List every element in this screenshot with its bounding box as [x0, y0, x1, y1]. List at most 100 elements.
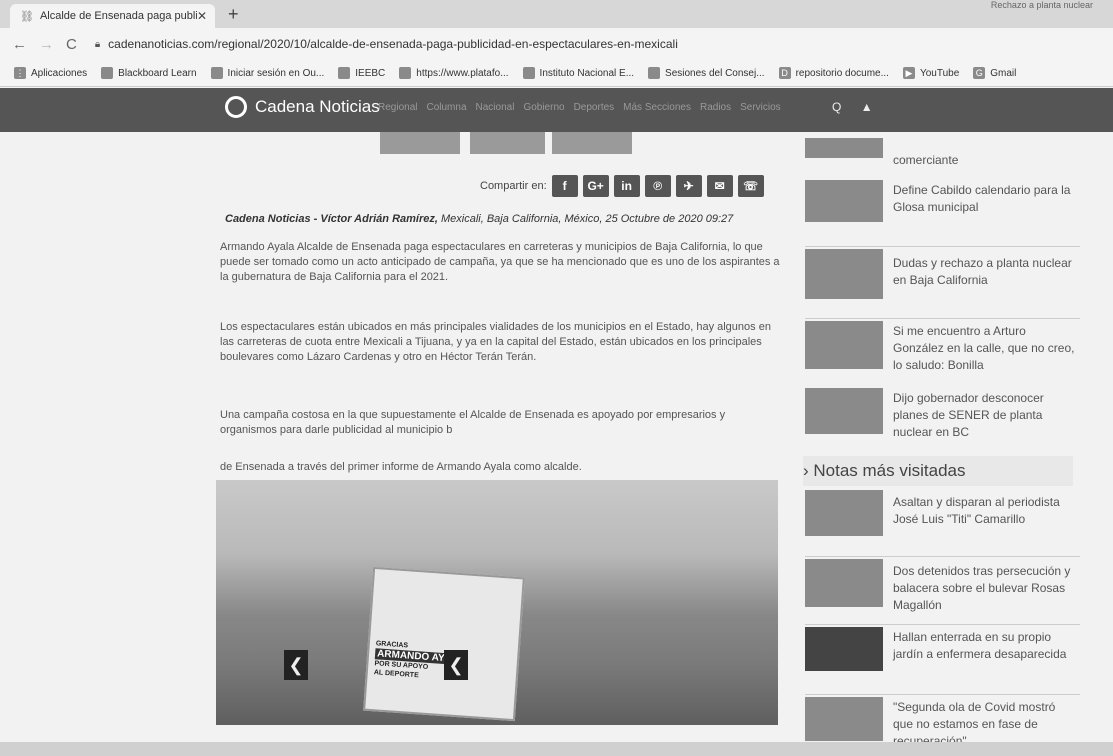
- document-icon: D: [778, 67, 791, 79]
- bookmark-aplicaciones[interactable]: ⋮ Aplicaciones: [14, 67, 87, 79]
- apps-grid-icon: ⋮: [14, 67, 26, 79]
- news-title: "Segunda ola de Covid mostró que no esta…: [893, 700, 1056, 743]
- menu-item-columna[interactable]: Columna: [426, 102, 466, 113]
- back-arrow-icon[interactable]: ←: [12, 36, 27, 53]
- close-icon[interactable]: ✕: [197, 9, 207, 23]
- menu-item-regional[interactable]: Regional: [378, 102, 417, 113]
- linkedin-icon[interactable]: in: [613, 175, 640, 197]
- youtube-icon: ▶: [902, 67, 915, 79]
- news-title: Asaltan y disparan al periodista José Lu…: [893, 495, 1060, 526]
- google-plus-icon[interactable]: G+: [582, 175, 609, 197]
- ine-icon: [522, 67, 535, 79]
- bookmark-ine[interactable]: Instituto Nacional E...: [522, 67, 635, 79]
- news-thumbnail: [805, 388, 883, 434]
- bookmarks-bar: ⋮ Aplicaciones Blackboard Learn Iniciar s…: [0, 60, 1113, 87]
- gallery-thumb[interactable]: [380, 132, 460, 154]
- news-thumbnail: [805, 490, 883, 536]
- background-window-text: Rechazo a planta nuclear: [990, 0, 1093, 10]
- gallery-thumb[interactable]: [552, 132, 632, 154]
- article-paragraph: de Ensenada a través del primer informe …: [220, 461, 582, 473]
- search-icon[interactable]: Q: [832, 100, 841, 114]
- forward-arrow-icon[interactable]: →: [39, 36, 54, 53]
- menu-item-deportes[interactable]: Deportes: [574, 102, 615, 113]
- share-label: Compartir en:: [480, 180, 547, 192]
- facebook-icon[interactable]: f: [551, 175, 578, 197]
- menu-item-radios[interactable]: Radios: [700, 102, 731, 113]
- bell-icon[interactable]: ▲: [861, 100, 873, 114]
- menu-item-nacional[interactable]: Nacional: [476, 102, 515, 113]
- article-paragraph: Armando Ayala Alcalde de Ensenada paga e…: [220, 241, 780, 283]
- email-icon[interactable]: ✉: [706, 175, 733, 197]
- article-paragraph: Una campaña costosa en la que supuestame…: [220, 409, 726, 436]
- ieebc-icon: [338, 67, 351, 79]
- bookmark-label: Gmail: [990, 67, 1017, 79]
- most-visited-item[interactable]: Dos detenidos tras persecución y balacer…: [805, 556, 1080, 619]
- site-name: Cadena Noticias: [255, 97, 380, 116]
- slider-next-arrow[interactable]: ❮: [444, 650, 468, 680]
- bookmark-label: Sesiones del Consej...: [665, 67, 765, 79]
- bookmark-outlook[interactable]: Iniciar sesión en Ou...: [210, 67, 325, 79]
- news-title: Define Cabildo calendario para la Glosa …: [893, 183, 1071, 214]
- share-bar: Compartir en: f G+ in ℗ ✈ ✉ ☏: [480, 175, 764, 197]
- news-thumbnail: [805, 138, 883, 158]
- news-title: comerciante: [893, 153, 959, 167]
- site-header: Cadena Noticias Regional Columna Naciona…: [0, 88, 1113, 132]
- bookmark-youtube[interactable]: ▶ YouTube: [902, 67, 960, 79]
- google-icon: G: [973, 67, 986, 79]
- address-bar: ← → C 🔒︎ cadenanoticias.com/regional/202…: [0, 28, 1113, 60]
- byline-location: Mexicali, Baja California, México,: [441, 213, 603, 225]
- bookmark-label: IEEBC: [355, 67, 386, 79]
- bookmark-ieebc[interactable]: IEEBC: [338, 67, 385, 79]
- news-title: Dudas y rechazo a planta nuclear en Baja…: [893, 256, 1072, 287]
- blackboard-icon: [101, 67, 114, 79]
- ine-icon: [648, 67, 661, 79]
- whatsapp-icon[interactable]: ☏: [737, 175, 764, 197]
- menu-item-mas-secciones[interactable]: Más Secciones: [623, 102, 691, 113]
- sidebar-news-item[interactable]: Dudas y rechazo a planta nuclear en Baja…: [805, 246, 1080, 307]
- sidebar-news-item[interactable]: Define Cabildo calendario para la Glosa …: [805, 178, 1080, 238]
- news-title: Dijo gobernador desconocer planes de SEN…: [893, 391, 1044, 439]
- browser-tab[interactable]: ⛓ Alcalde de Ensenada paga public ✕: [10, 4, 215, 28]
- twitter-icon[interactable]: ✈: [675, 175, 702, 197]
- bookmark-label: Blackboard Learn: [118, 67, 197, 79]
- url-field[interactable]: cadenanoticias.com/regional/2020/10/alca…: [108, 37, 678, 51]
- bookmark-label: Iniciar sesión en Ou...: [227, 67, 325, 79]
- menu-item-servicios[interactable]: Servicios: [740, 102, 781, 113]
- link-icon: [399, 67, 412, 79]
- bookmark-label: YouTube: [919, 67, 960, 79]
- menu-item-gobierno[interactable]: Gobierno: [523, 102, 564, 113]
- most-visited-item[interactable]: Hallan enterrada en su propio jardín a e…: [805, 624, 1080, 683]
- pinterest-icon[interactable]: ℗: [644, 175, 671, 197]
- news-thumbnail: [805, 321, 883, 369]
- browser-tabstrip: ⛓ Alcalde de Ensenada paga public ✕ + Re…: [0, 0, 1113, 28]
- sidebar-news-item[interactable]: comerciante: [805, 138, 1080, 172]
- site-menu: Regional Columna Nacional Gobierno Depor…: [378, 102, 790, 113]
- gallery-thumb[interactable]: [470, 132, 545, 154]
- news-thumbnail: [805, 180, 883, 222]
- gallery-strip: [380, 132, 640, 154]
- news-thumbnail: [805, 697, 883, 741]
- sidebar-news-item[interactable]: Dijo gobernador desconocer planes de SEN…: [805, 386, 1080, 446]
- header-icons: Q ▲: [832, 100, 873, 114]
- most-visited-item[interactable]: "Segunda ola de Covid mostró que no esta…: [805, 694, 1080, 743]
- news-thumbnail: [805, 627, 883, 671]
- bookmark-label: repositorio docume...: [795, 67, 889, 79]
- site-logo[interactable]: Cadena Noticias: [225, 96, 380, 118]
- bookmark-blackboard[interactable]: Blackboard Learn: [101, 67, 197, 79]
- sidebar-news-item[interactable]: Si me encuentro a Arturo González en la …: [805, 318, 1080, 379]
- bookmark-plataforma[interactable]: https://www.platafo...: [399, 67, 509, 79]
- reload-icon[interactable]: C: [66, 36, 77, 53]
- new-tab-button[interactable]: +: [228, 4, 239, 25]
- bookmark-repositorio[interactable]: Drepositorio docume...: [778, 67, 889, 79]
- tab-title: Alcalde de Ensenada paga public: [39, 10, 197, 22]
- bookmark-label: Aplicaciones: [31, 67, 88, 79]
- most-visited-heading: › Notas más visitadas: [803, 456, 1073, 486]
- bookmark-gmail[interactable]: G Gmail: [973, 67, 1016, 79]
- bookmark-label: Instituto Nacional E...: [539, 67, 635, 79]
- article-image-slider: GRACIAS ARMANDO AYALA POR SU APOYO AL DE…: [216, 480, 778, 725]
- slider-prev-arrow[interactable]: ❮: [284, 650, 308, 680]
- news-title: Si me encuentro a Arturo González en la …: [893, 324, 1075, 372]
- bookmark-sesiones[interactable]: Sesiones del Consej...: [648, 67, 765, 79]
- most-visited-item[interactable]: Asaltan y disparan al periodista José Lu…: [805, 490, 1080, 550]
- lock-icon[interactable]: 🔒︎: [95, 39, 100, 50]
